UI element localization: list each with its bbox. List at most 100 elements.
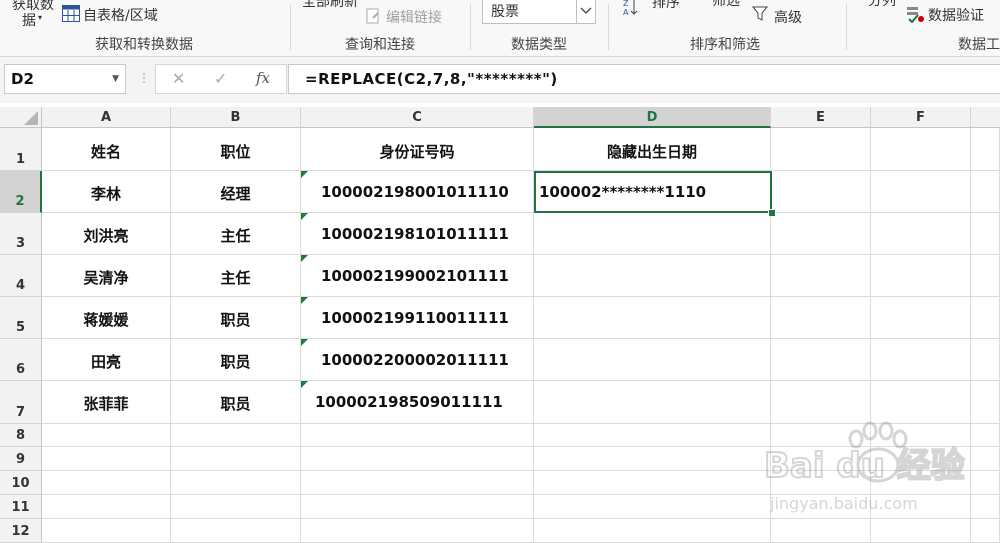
empty-cell[interactable] <box>971 213 1000 255</box>
cell-a2[interactable]: 李林 <box>42 171 171 213</box>
error-indicator-icon[interactable] <box>301 213 308 220</box>
empty-cell[interactable] <box>971 255 1000 297</box>
cell-a4[interactable]: 吴清净 <box>42 255 171 297</box>
cell-c2[interactable]: 100002198001011110 <box>301 171 534 213</box>
empty-cell[interactable] <box>871 339 971 381</box>
cell-c4[interactable]: 100002199002101111 <box>301 255 534 297</box>
row-header-9[interactable]: 9 <box>0 447 42 471</box>
column-header-g[interactable] <box>971 107 1000 128</box>
empty-cell[interactable] <box>771 171 871 213</box>
empty-cell[interactable] <box>301 471 534 495</box>
cell-d7[interactable] <box>534 381 771 424</box>
edit-links-button[interactable]: 编辑链接 <box>386 7 442 27</box>
cell-d5[interactable] <box>534 297 771 339</box>
error-indicator-icon[interactable] <box>301 339 308 346</box>
cell-b4[interactable]: 主任 <box>171 255 301 297</box>
error-indicator-icon[interactable] <box>301 255 308 262</box>
cell-d4[interactable] <box>534 255 771 297</box>
column-header-a[interactable]: A <box>42 107 171 128</box>
cell-c1[interactable]: 身份证号码 <box>301 128 534 171</box>
select-all-button[interactable] <box>0 107 42 128</box>
empty-cell[interactable] <box>42 447 171 471</box>
cell-b6[interactable]: 职员 <box>171 339 301 381</box>
cell-a3[interactable]: 刘洪亮 <box>42 213 171 255</box>
chevron-down-icon[interactable]: ▼ <box>112 74 119 84</box>
empty-cell[interactable] <box>171 424 301 447</box>
row-header-4[interactable]: 4 <box>0 255 42 297</box>
refresh-all-button[interactable]: 全部刷新 <box>302 0 358 11</box>
formula-input[interactable]: =REPLACE(C2,7,8,"********") <box>288 64 1000 94</box>
empty-cell[interactable] <box>534 447 771 471</box>
row-header-8[interactable]: 8 <box>0 424 42 447</box>
empty-cell[interactable] <box>171 519 301 543</box>
empty-cell[interactable] <box>42 495 171 519</box>
empty-cell[interactable] <box>971 297 1000 339</box>
data-type-dropdown[interactable]: 股票 <box>482 0 596 24</box>
empty-cell[interactable] <box>871 171 971 213</box>
empty-cell[interactable] <box>171 471 301 495</box>
insert-function-icon[interactable]: fx <box>256 69 270 87</box>
cell-d3[interactable] <box>534 213 771 255</box>
empty-cell[interactable] <box>171 447 301 471</box>
filter-button[interactable]: 筛选 <box>712 0 740 10</box>
from-table-button[interactable]: 自表格/区域 <box>83 5 158 25</box>
empty-cell[interactable] <box>171 495 301 519</box>
column-header-d[interactable]: D <box>534 107 771 128</box>
fill-handle[interactable] <box>768 209 776 217</box>
row-header-7[interactable]: 7 <box>0 381 42 424</box>
empty-cell[interactable] <box>534 471 771 495</box>
empty-cell[interactable] <box>771 128 871 171</box>
empty-cell[interactable] <box>301 447 534 471</box>
cell-c7[interactable]: 100002198509011111 <box>301 381 534 424</box>
empty-cell[interactable] <box>771 213 871 255</box>
empty-cell[interactable] <box>971 171 1000 213</box>
empty-cell[interactable] <box>871 297 971 339</box>
cell-a7[interactable]: 张菲菲 <box>42 381 171 424</box>
error-indicator-icon[interactable] <box>301 381 308 388</box>
column-header-c[interactable]: C <box>301 107 534 128</box>
cell-c5[interactable]: 100002199110011111 <box>301 297 534 339</box>
cell-b3[interactable]: 主任 <box>171 213 301 255</box>
cell-b1[interactable]: 职位 <box>171 128 301 171</box>
sort-button[interactable]: 排序 <box>652 0 680 12</box>
empty-cell[interactable] <box>971 128 1000 171</box>
more-options-icon[interactable]: ⋮ <box>138 71 150 85</box>
row-header-12[interactable]: 12 <box>0 519 42 543</box>
row-header-2[interactable]: 2 <box>0 171 42 213</box>
cell-d6[interactable] <box>534 339 771 381</box>
empty-cell[interactable] <box>301 424 534 447</box>
name-box[interactable]: D2 ▼ <box>4 64 126 94</box>
row-header-10[interactable]: 10 <box>0 471 42 495</box>
empty-cell[interactable] <box>771 339 871 381</box>
empty-cell[interactable] <box>534 424 771 447</box>
data-validation-button[interactable]: 数据验证 <box>928 5 984 25</box>
cell-a6[interactable]: 田亮 <box>42 339 171 381</box>
empty-cell[interactable] <box>301 495 534 519</box>
row-header-6[interactable]: 6 <box>0 339 42 381</box>
empty-cell[interactable] <box>42 519 171 543</box>
get-data-button-line2[interactable]: 据 <box>22 10 36 30</box>
row-header-1[interactable]: 1 <box>0 128 42 171</box>
empty-cell[interactable] <box>42 424 171 447</box>
row-header-5[interactable]: 5 <box>0 297 42 339</box>
cell-b2[interactable]: 经理 <box>171 171 301 213</box>
empty-cell[interactable] <box>871 128 971 171</box>
empty-cell[interactable] <box>534 519 771 543</box>
dropdown-button[interactable] <box>576 0 595 23</box>
column-header-e[interactable]: E <box>771 107 871 128</box>
row-header-3[interactable]: 3 <box>0 213 42 255</box>
empty-cell[interactable] <box>301 519 534 543</box>
chevron-down-icon[interactable]: ▾ <box>38 13 42 22</box>
column-header-b[interactable]: B <box>171 107 301 128</box>
column-header-f[interactable]: F <box>871 107 971 128</box>
cancel-icon[interactable]: ✕ <box>172 69 185 88</box>
empty-cell[interactable] <box>871 213 971 255</box>
row-header-11[interactable]: 11 <box>0 495 42 519</box>
enter-icon[interactable]: ✓ <box>214 69 227 88</box>
cell-b5[interactable]: 职员 <box>171 297 301 339</box>
error-indicator-icon[interactable] <box>301 171 308 178</box>
empty-cell[interactable] <box>771 255 871 297</box>
empty-cell[interactable] <box>534 495 771 519</box>
empty-cell[interactable] <box>871 255 971 297</box>
advanced-button[interactable]: 高级 <box>774 7 802 27</box>
